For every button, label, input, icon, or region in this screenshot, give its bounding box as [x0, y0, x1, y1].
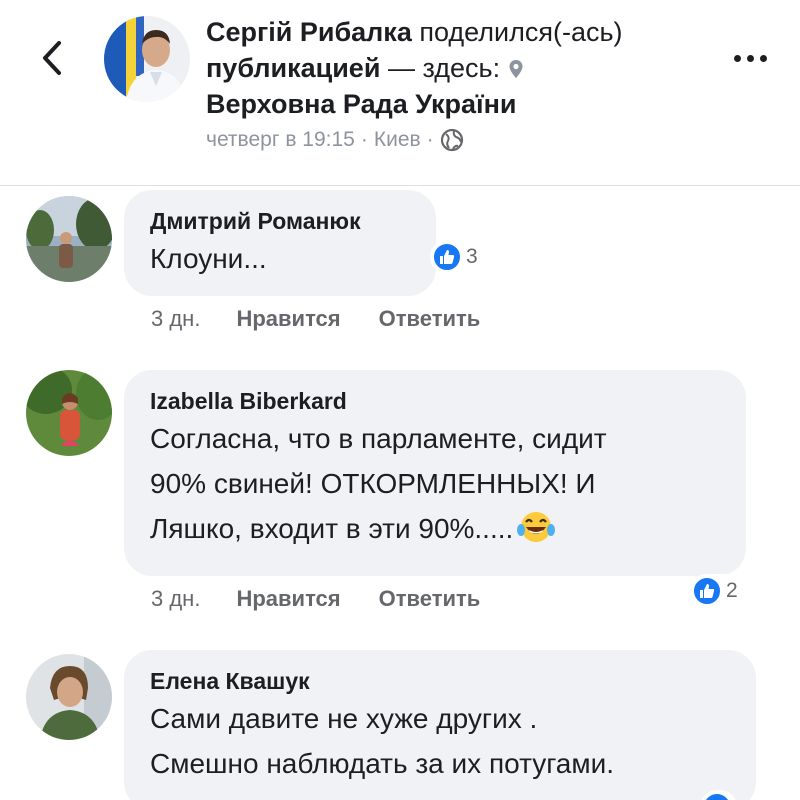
post-time[interactable]: четверг в 19:15 — [206, 128, 355, 152]
comment-bubble[interactable]: Елена Квашук Сами давите не хуже других … — [124, 650, 756, 800]
chevron-left-icon — [43, 41, 61, 75]
commenter-name[interactable]: Елена Квашук — [150, 666, 730, 696]
post-meta: четверг в 19:15 · Киев · — [206, 128, 464, 152]
place-link[interactable]: Верховна Рада України — [206, 89, 517, 119]
author-avatar[interactable] — [104, 16, 190, 102]
like-button[interactable]: Нравится — [236, 306, 340, 332]
thumbs-up-icon — [432, 242, 462, 272]
location-pin-icon — [509, 60, 523, 78]
shared-text: поделился(-ась) — [419, 17, 623, 47]
back-button[interactable] — [34, 38, 70, 78]
comment-text-line: Смешно наблюдать за их потугами. — [150, 748, 615, 779]
comment-bubble[interactable]: Дмитрий Романюк Клоуни... — [124, 190, 436, 296]
post-city: Киев — [373, 128, 421, 151]
comment-text-line: Сами давите не хуже других . — [150, 703, 538, 734]
post-title: Сергій Рибалка поделился(-ась) публикаци… — [206, 14, 726, 122]
reply-button[interactable]: Ответить — [379, 306, 481, 332]
thumbs-up-icon — [702, 792, 732, 800]
meta-separator: · — [360, 128, 368, 151]
more-dots-icon — [733, 54, 741, 62]
laughing-with-tears-icon — [517, 510, 556, 557]
commenter-name[interactable]: Izabella Biberkard — [150, 386, 720, 416]
author-name[interactable]: Сергій Рибалка — [206, 17, 412, 47]
comment-text: Клоуни... — [150, 243, 267, 274]
comment-text-line: Ляшко, входит в эти 90%..... — [150, 513, 514, 544]
commenter-name[interactable]: Дмитрий Романюк — [150, 206, 410, 236]
more-options-button[interactable] — [728, 48, 772, 68]
meta-separator: · — [426, 128, 434, 151]
publication-link[interactable]: публикацией — [206, 53, 380, 83]
reply-button[interactable]: Ответить — [379, 586, 481, 612]
like-button[interactable]: Нравится — [236, 586, 340, 612]
here-text: — здесь: — [387, 53, 501, 83]
reaction-summary[interactable]: 2 — [690, 574, 743, 608]
comment-bubble[interactable]: Izabella Biberkard Согласна, что в парла… — [124, 370, 746, 576]
commenter-avatar[interactable] — [26, 196, 112, 282]
reaction-count: 2 — [726, 579, 738, 602]
reaction-summary[interactable]: 3 — [430, 240, 483, 274]
comment-time[interactable]: 3 дн. — [151, 586, 200, 612]
comment-time[interactable]: 3 дн. — [151, 306, 200, 332]
reaction-count: 3 — [466, 245, 478, 268]
comment-text-line: 90% свиней! ОТКОРМЛЕННЫХ! И — [150, 468, 596, 499]
globe-icon — [440, 128, 463, 152]
commenter-avatar[interactable] — [26, 654, 112, 740]
comment-actions: 3 дн. Нравится Ответить — [151, 586, 518, 612]
post-header: Сергій Рибалка поделился(-ась) публикаци… — [0, 0, 800, 186]
commenter-avatar[interactable] — [26, 370, 112, 456]
comment-actions: 3 дн. Нравится Ответить — [151, 306, 518, 332]
comment-text-line: Согласна, что в парламенте, сидит — [150, 423, 607, 454]
thumbs-up-icon — [692, 576, 722, 606]
